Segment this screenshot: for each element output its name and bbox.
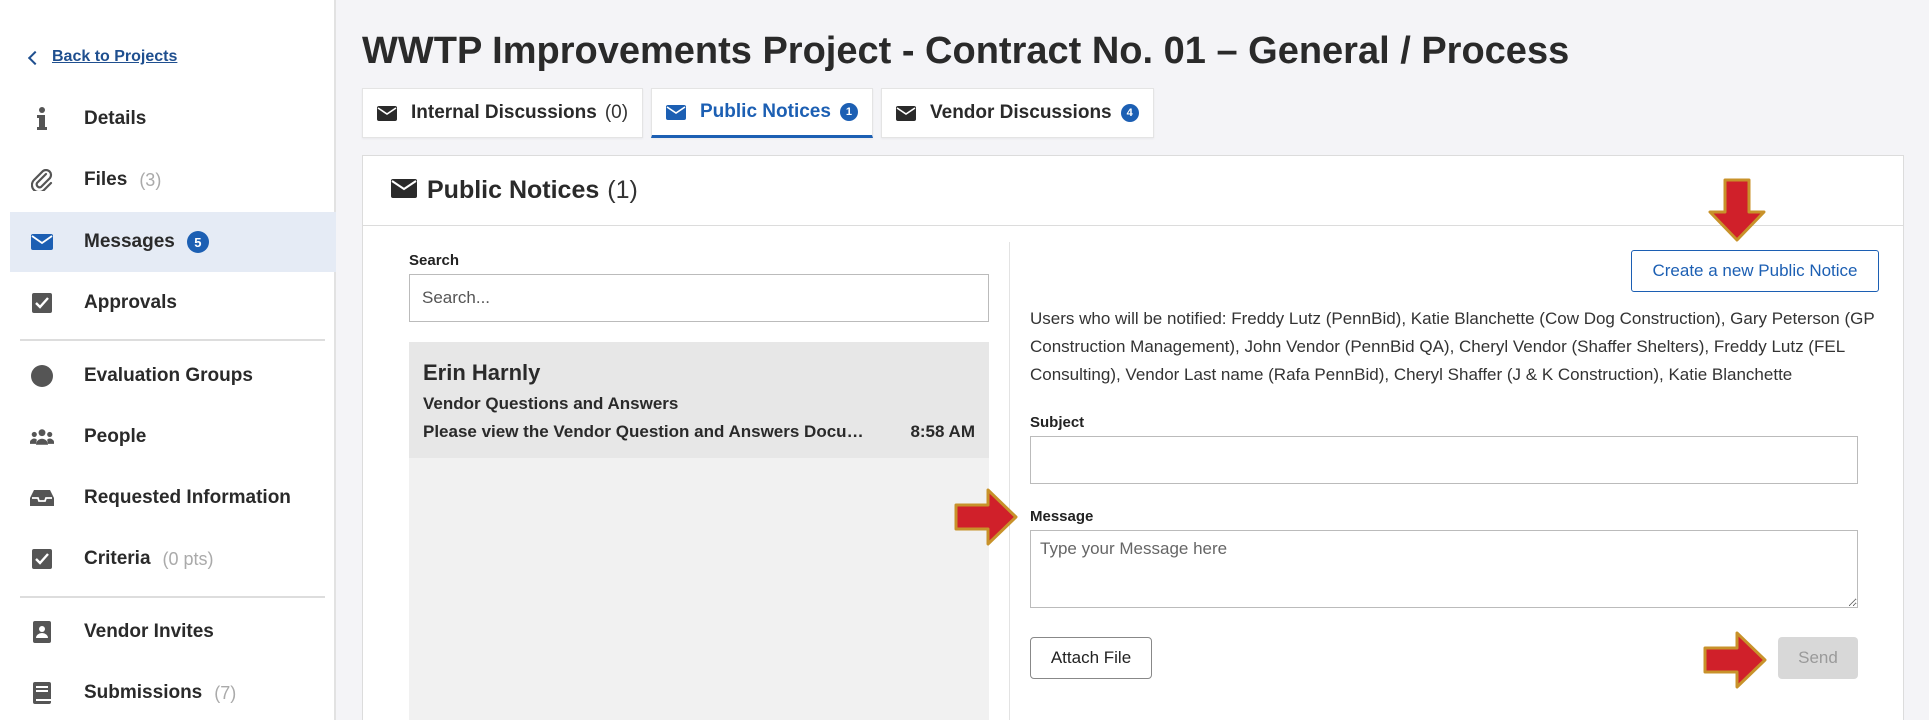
sidebar-divider	[20, 339, 325, 341]
arrow-right-icon	[954, 488, 1018, 546]
criteria-points: (0 pts)	[162, 548, 214, 569]
tab-badge: 4	[1120, 104, 1139, 122]
tab-count: (0)	[604, 102, 629, 123]
sidebar-item-messages[interactable]: Messages 5	[10, 212, 336, 272]
checkbox-icon	[30, 291, 54, 315]
info-icon	[30, 107, 54, 131]
message-list: Erin Harnly Vendor Questions and Answers…	[409, 342, 989, 720]
tab-vendor-discussions[interactable]: Vendor Discussions 4	[881, 88, 1154, 138]
envelope-icon	[30, 230, 54, 254]
sidebar-item-label: People	[84, 426, 147, 447]
message-preview: Please view the Vendor Question and Answ…	[423, 422, 873, 441]
book-icon	[30, 681, 54, 705]
attach-file-button[interactable]: Attach File	[1030, 637, 1152, 679]
sidebar-item-approvals[interactable]: Approvals	[10, 273, 336, 333]
messages-badge: 5	[186, 231, 209, 253]
notified-users-text: Users who will be notified: Freddy Lutz …	[1030, 309, 1875, 384]
envelope-icon	[377, 105, 397, 121]
sidebar-item-label: Messages	[84, 231, 175, 252]
sidebar-item-vendor-invites[interactable]: Vendor Invites	[10, 602, 336, 662]
message-sender: Erin Harnly	[423, 360, 541, 385]
sidebar-item-label: Files	[84, 169, 128, 190]
sidebar-item-requested-information[interactable]: Requested Information	[10, 468, 336, 528]
sidebar-item-files[interactable]: Files (3)	[10, 150, 336, 210]
sidebar-item-evaluation-groups[interactable]: Evaluation Groups	[10, 346, 336, 406]
tab-label: Internal Discussions	[411, 102, 597, 123]
sidebar-item-criteria[interactable]: Criteria (0 pts)	[10, 529, 336, 589]
panel-title-count: (1)	[607, 176, 638, 204]
files-count: (3)	[139, 169, 162, 190]
inbox-icon	[30, 486, 54, 510]
envelope-icon	[391, 178, 417, 203]
sidebar-item-label: Details	[84, 108, 147, 129]
tab-internal-discussions[interactable]: Internal Discussions (0)	[362, 88, 644, 138]
sidebar-item-submissions[interactable]: Submissions (7)	[10, 663, 336, 720]
sidebar-item-label: Approvals	[84, 292, 177, 313]
sidebar-item-label: Requested Information	[84, 487, 291, 508]
back-to-projects-link[interactable]: Back to Projects	[27, 48, 178, 66]
message-textarea[interactable]	[1030, 530, 1858, 608]
back-link-label: Back to Projects	[52, 48, 178, 65]
tab-badge: 1	[839, 103, 858, 121]
message-subject: Vendor Questions and Answers	[423, 394, 679, 413]
checkbox-icon	[30, 547, 54, 571]
column-divider	[1009, 242, 1010, 720]
sidebar-item-details[interactable]: Details	[10, 89, 336, 149]
search-input[interactable]	[409, 274, 989, 322]
sidebar: Back to Projects Details Files (3) Messa…	[0, 0, 336, 720]
create-public-notice-button[interactable]: Create a new Public Notice	[1631, 250, 1879, 292]
list-item[interactable]: Erin Harnly Vendor Questions and Answers…	[409, 342, 989, 458]
message-time: 8:58 AM	[910, 422, 975, 441]
page-title: WWTP Improvements Project - Contract No.…	[362, 30, 1570, 72]
sidebar-item-label: Criteria	[84, 548, 151, 569]
panel-title: Public Notices	[427, 176, 600, 204]
chevron-left-icon	[27, 50, 43, 65]
search-label: Search	[409, 252, 460, 269]
subject-label: Subject	[1030, 414, 1085, 431]
sidebar-item-people[interactable]: People	[10, 407, 336, 467]
sidebar-item-label: Submissions	[84, 682, 203, 703]
envelope-icon	[896, 105, 916, 121]
panel-header: Public Notices (1)	[363, 156, 1903, 226]
envelope-icon	[666, 104, 686, 120]
submissions-count: (7)	[214, 682, 237, 703]
users-icon	[30, 425, 54, 449]
send-button[interactable]: Send	[1778, 637, 1858, 679]
tab-label: Vendor Discussions	[930, 102, 1112, 123]
circle-icon	[30, 364, 54, 388]
arrow-down-icon	[1708, 178, 1766, 242]
subject-input[interactable]	[1030, 436, 1858, 484]
paperclip-icon	[30, 168, 54, 192]
contact-book-icon	[30, 620, 54, 644]
public-notices-panel: Public Notices (1) Search Erin Harnly Ve…	[362, 155, 1904, 720]
tab-label: Public Notices	[700, 101, 831, 122]
sidebar-item-label: Evaluation Groups	[84, 365, 253, 386]
message-label: Message	[1030, 508, 1094, 525]
sidebar-divider	[20, 596, 325, 598]
arrow-right-icon	[1703, 631, 1767, 689]
sidebar-item-label: Vendor Invites	[84, 621, 214, 642]
tab-public-notices[interactable]: Public Notices 1	[651, 88, 873, 138]
